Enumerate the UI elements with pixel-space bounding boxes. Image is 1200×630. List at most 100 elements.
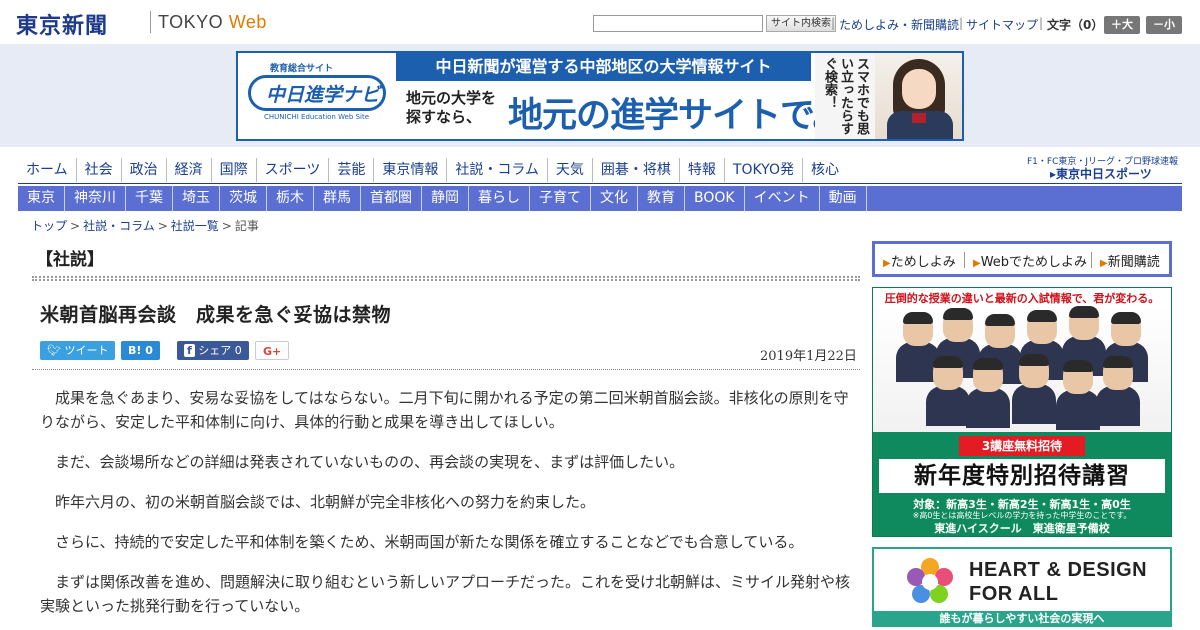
heart-design-ad[interactable]: HEART & DESIGN FOR ALL 誰もが暮らしやすい社会の実現へ [872,547,1172,627]
teacher-face-shape [1103,356,1133,390]
search-input[interactable] [593,15,763,32]
subnav-item[interactable]: 静岡 [422,186,469,211]
trial-read-link[interactable]: ▶ためしよみ [883,251,956,270]
teacher-body-shape [1096,386,1140,426]
teacher-face-shape [1019,354,1049,388]
google-plus-button[interactable]: G+ [255,341,290,360]
article-body: 成果を急ぐあまり、安易な妥協をしてはならない。二月下旬に開かれる予定の第二回米朝… [40,386,850,630]
hatena-bookmark-button[interactable]: B! 0 [121,341,160,360]
ad-heart-line2: FOR ALL [969,583,1059,605]
logo-web-text: Web [228,12,267,32]
banner-logo: 教育総合サイト 中日進学ナビ CHUNICHI Education Web Si… [242,59,392,135]
teacher-hair-shape [973,358,1003,370]
subnav-item[interactable]: 茨城 [220,186,267,211]
logo-divider [150,11,151,33]
subnav-item[interactable]: 動画 [820,186,867,211]
nav-item[interactable]: スポーツ [257,158,330,182]
subnav-item[interactable]: 神奈川 [65,186,126,211]
link-separator [964,252,965,268]
article-paragraph: 成果を急ぐあまり、安易な妥協をしてはならない。二月下旬に開かれる予定の第二回米朝… [40,389,849,431]
nav-item[interactable]: ホーム [18,158,77,182]
breadcrumb-link[interactable]: 社説一覧 [171,219,219,233]
subnav-item[interactable]: 子育て [530,186,591,211]
nav-item[interactable]: 核心 [803,158,847,182]
subnav-item[interactable]: イベント [745,186,820,211]
subnav-item[interactable]: 東京 [18,186,65,211]
teacher-hair-shape [985,314,1015,326]
breadcrumb-separator: > [221,219,232,233]
banner-logo-subtext: CHUNICHI Education Web Site [264,113,370,121]
tweet-button[interactable]: 🐦︎ ツイート [40,341,116,360]
breadcrumb: トップ > 社説・コラム > 社説一覧 > 記事 [31,217,259,234]
flower-logo-icon [907,558,953,603]
subnav-item[interactable]: 埼玉 [173,186,220,211]
teacher-body-shape [1012,384,1056,424]
subnav-item[interactable]: 暮らし [469,186,530,211]
ad-heart-footer: 誰もが暮らしやすい社会の実現へ [874,611,1170,625]
site-logo-en[interactable]: TOKYO Web [158,12,267,33]
breadcrumb-current: 記事 [234,219,259,233]
subnav-item[interactable]: 群馬 [314,186,361,211]
sitemap-link[interactable]: サイトマップ [966,16,1038,33]
subnav-item[interactable]: 千葉 [126,186,173,211]
arrow-right-icon: ▶ [1100,258,1108,269]
banner-vertical-text: スマホでも思い立ったらすぐ検索！ [815,53,875,139]
subnav-item[interactable]: BOOK [685,186,745,211]
nav-item[interactable]: 国際 [212,158,257,182]
breadcrumb-separator: > [157,219,168,233]
sports-promo-label: 東京中日スポーツ [1056,167,1152,181]
nav-item[interactable]: 天気 [548,158,593,182]
tweet-label: ツイート [64,344,109,357]
ad-teachers-photo [873,306,1171,432]
teacher-hair-shape [903,312,933,324]
subscription-links-box: ▶ためしよみ ▶Webでためしよみ ▶新聞購読 [872,241,1172,277]
site-search-button[interactable]: サイト内検索 [766,15,836,32]
nav-item[interactable]: 社説・コラム [447,158,548,182]
teacher-body-shape [966,388,1010,428]
web-trial-read-label: Webでためしよみ [980,255,1088,270]
nav-item[interactable]: 経済 [167,158,212,182]
sports-promo-link[interactable]: ▸東京中日スポーツ [1050,165,1152,182]
nav-item[interactable]: TOKYO発 [725,158,803,182]
subscribe-label: 新聞購読 [1107,255,1160,270]
nav-item[interactable]: 特報 [680,158,725,182]
subnav-item[interactable]: 首都圏 [361,186,422,211]
subnav-item[interactable]: 栃木 [267,186,314,211]
teacher-face-shape [903,312,933,346]
ad-free-badge: 3講座無料招待 [959,436,1085,456]
header-separator: | [831,16,836,30]
nav-item[interactable]: 政治 [122,158,167,182]
ad-green-panel: 3講座無料招待 新年度特別招待講習 対象：新高3生・新高2生・新高1生・高0生 … [873,432,1171,536]
breadcrumb-link[interactable]: 社説・コラム [83,219,155,233]
teacher-face-shape [943,308,973,342]
font-larger-button[interactable]: ＋大 [1104,16,1140,34]
teacher-body-shape [1056,390,1100,430]
subnav-item[interactable]: 教育 [638,186,685,211]
ad-heart-line1: HEART & DESIGN [969,559,1148,581]
facebook-icon: f [184,344,195,357]
site-logo[interactable]: 東京新聞 [16,8,108,40]
toshin-ad[interactable]: 圧倒的な授業の違いと最新の入試情報で、君が変わる。 3講座無料招待 新年度特別招… [872,287,1172,537]
article-paragraph: さらに、持続的で安定した平和体制を築くため、米朝両国が新たな関係を確立することな… [55,533,804,551]
facebook-share-label: シェア 0 [198,344,242,357]
banner-ad[interactable]: 教育総合サイト 中日進学ナビ CHUNICHI Education Web Si… [236,51,964,141]
font-smaller-button[interactable]: －小 [1146,16,1182,34]
subnav-item[interactable]: 文化 [591,186,638,211]
nav-item[interactable]: 社会 [77,158,122,182]
trial-subscribe-link[interactable]: ためしよみ・新聞購読 [839,16,959,33]
nav-item[interactable]: 囲碁・将棋 [593,158,680,182]
ad-brand-text: 東進ハイスクール 東進衛星予備校 [934,522,1110,535]
logo-tokyo-text: TOKYO [158,12,224,32]
subscribe-link[interactable]: ▶新聞購読 [1100,251,1160,270]
site-header: 東京新聞 TOKYO Web サイト内検索 | ためしよみ・新聞購読 | サイト… [0,0,1200,44]
arrow-right-icon: ▶ [883,258,891,269]
web-trial-read-link[interactable]: ▶Webでためしよみ [973,251,1087,270]
nav-item[interactable]: 東京情報 [374,158,448,182]
nav-item[interactable]: 芸能 [329,158,375,182]
facebook-share-button[interactable]: f シェア 0 [177,341,249,360]
teacher-face-shape [1069,306,1099,340]
arrow-right-icon: ▶ [973,258,981,269]
article-paragraph: まだ、会談場所などの詳細は発表されていないものの、再会談の実現を、まずは評価した… [55,453,685,471]
section-label: 【社説】 [36,250,104,270]
breadcrumb-link[interactable]: トップ [31,219,67,233]
